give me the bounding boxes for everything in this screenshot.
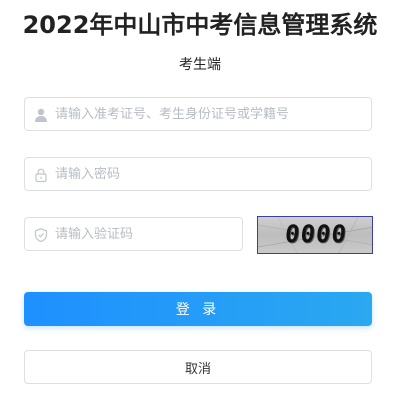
- page-subtitle: 考生端: [179, 57, 221, 73]
- page-title: 2022年中山市中考信息管理系统: [22, 11, 378, 39]
- lock-icon: [35, 168, 47, 183]
- login-button[interactable]: 登 录: [24, 292, 372, 326]
- shield-icon: [34, 228, 48, 243]
- captcha-field[interactable]: [24, 217, 243, 251]
- password-input[interactable]: [55, 158, 365, 190]
- captcha-text: 0000: [283, 220, 349, 248]
- password-field[interactable]: [24, 157, 372, 191]
- username-input[interactable]: [55, 98, 365, 130]
- user-icon: [35, 108, 47, 122]
- captcha-input[interactable]: [55, 218, 236, 250]
- login-page: 2022年中山市中考信息管理系统 考生端 0000 登 录: [0, 0, 400, 402]
- cancel-button[interactable]: 取消: [24, 350, 372, 384]
- username-field[interactable]: [24, 97, 372, 131]
- captcha-image[interactable]: 0000: [257, 216, 373, 254]
